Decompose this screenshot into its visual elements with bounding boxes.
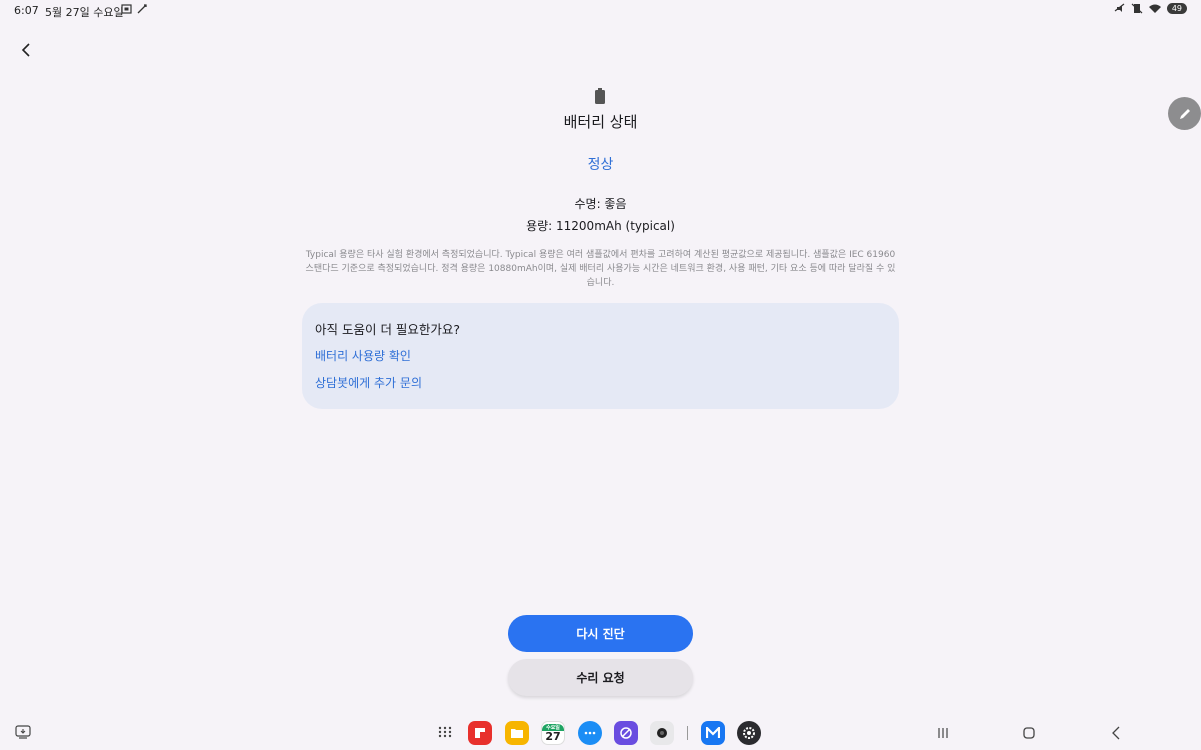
recents-button[interactable]: [934, 724, 952, 742]
calendar-day: 27: [545, 729, 561, 743]
taskbar: 수요일 27: [0, 716, 1201, 750]
page-title: 배터리 상태: [563, 113, 638, 131]
calendar-icon[interactable]: 수요일 27: [541, 721, 565, 745]
battery-capacity: 용량: 11200mAh (typical): [526, 219, 675, 233]
internet-icon[interactable]: [614, 721, 638, 745]
home-icon: [1023, 727, 1035, 739]
flipboard-icon[interactable]: [468, 721, 492, 745]
chat-dots-icon: [584, 731, 596, 735]
repair-request-button[interactable]: 수리 요청: [508, 659, 693, 696]
settings-icon[interactable]: [737, 721, 761, 745]
battery-icon: [595, 88, 605, 104]
rediagnose-button[interactable]: 다시 진단: [508, 615, 693, 652]
battery-indicator: 49: [1166, 3, 1187, 14]
status-bar: 6:07 5월 27일 수요일 49: [0, 0, 1201, 22]
status-time: 6:07: [14, 4, 39, 17]
dock-divider: [687, 726, 688, 740]
members-m-icon: [706, 727, 720, 738]
help-card: 아직 도움이 더 필요한가요? 배터리 사용량 확인 상담봇에게 추가 문의: [302, 303, 899, 409]
apps-grid-icon[interactable]: [437, 725, 453, 739]
screenshot-icon: [121, 4, 147, 14]
battery-lifespan: 수명: 좋음: [574, 197, 627, 211]
flipboard-glyph-icon: [475, 728, 485, 738]
chatbot-inquiry-link[interactable]: 상담봇에게 추가 문의: [315, 374, 422, 391]
capacity-note: Typical 용량은 타사 실험 환경에서 측정되었습니다. Typical …: [305, 250, 896, 288]
recent-apps-panel-icon[interactable]: [15, 725, 31, 739]
browser-planet-icon: [620, 727, 632, 739]
messages-icon[interactable]: [578, 721, 602, 745]
battery-usage-link[interactable]: 배터리 사용량 확인: [315, 347, 411, 364]
gear-icon: [743, 727, 755, 739]
chevron-left-icon: [21, 43, 30, 57]
status-right-icons: 49: [1114, 3, 1187, 14]
wifi-icon: [1148, 4, 1161, 13]
back-button[interactable]: [14, 38, 38, 62]
members-icon[interactable]: [701, 721, 725, 745]
nav-back-button[interactable]: [1107, 724, 1125, 742]
status-notification-icons: [120, 3, 150, 18]
mute-icon: [1114, 3, 1125, 12]
camera-lens-icon: [657, 728, 667, 738]
folder-icon: [511, 729, 523, 738]
status-date: 5월 27일 수요일: [45, 6, 124, 19]
home-button[interactable]: [1020, 724, 1038, 742]
my-files-icon[interactable]: [505, 721, 529, 745]
back-arrow-icon: [1112, 726, 1120, 740]
help-card-title: 아직 도움이 더 필요한가요?: [315, 322, 461, 337]
vibrate-off-icon: [1131, 3, 1143, 14]
recents-icon: [938, 728, 948, 738]
camera-icon[interactable]: [650, 721, 674, 745]
battery-status: 정상: [587, 157, 614, 173]
